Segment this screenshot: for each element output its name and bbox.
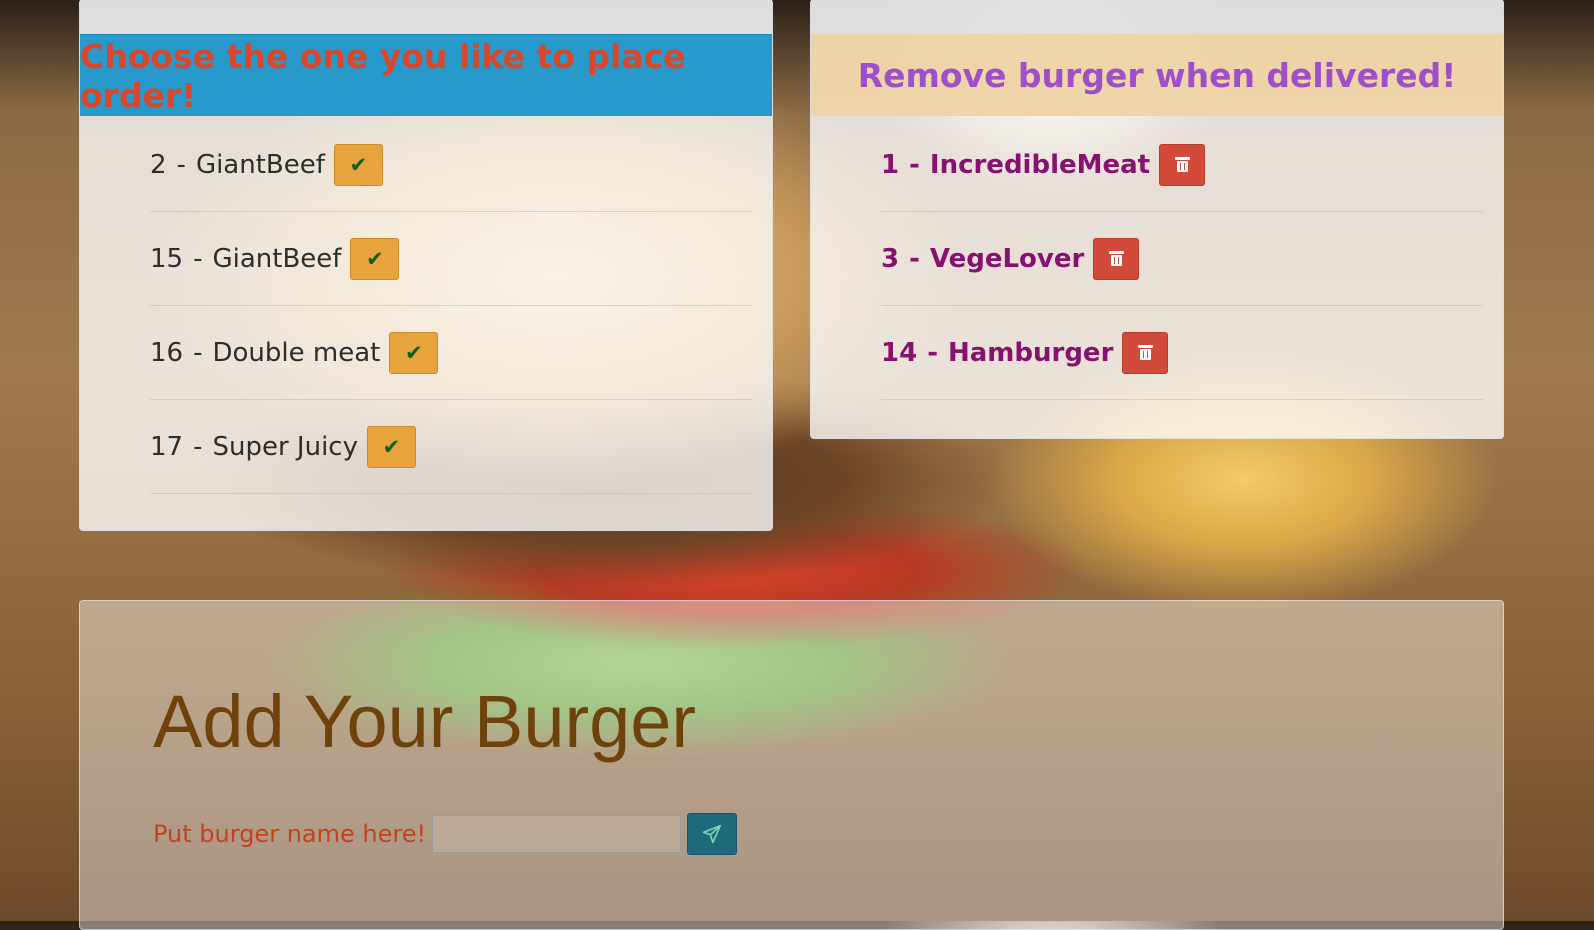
paper-plane-icon <box>702 824 722 844</box>
remove-button[interactable] <box>1093 237 1140 280</box>
burger-name: GiantBeef <box>195 149 325 180</box>
burger-id: 14 <box>881 337 918 368</box>
list-item: 14 - Hamburger <box>881 306 1483 400</box>
remove-button[interactable] <box>1122 331 1169 374</box>
burger-name: Double meat <box>212 337 381 368</box>
burger-name-label: Put burger name here! <box>153 820 427 848</box>
order-button[interactable]: ✔ <box>333 143 383 186</box>
add-burger-panel: Add Your Burger Put burger name here! <box>79 600 1504 930</box>
burger-id: 16 <box>150 337 184 368</box>
separator: - <box>193 243 203 274</box>
separator: - <box>193 431 203 462</box>
burger-name: Hamburger <box>947 337 1114 368</box>
order-panel-title: Choose the one you like to place order! <box>80 34 772 116</box>
burger-id: 17 <box>150 431 184 462</box>
burger-id: 1 <box>881 149 900 180</box>
burger-id: 3 <box>881 243 900 274</box>
panel-top-strip <box>811 0 1503 34</box>
list-item: 16 - Double meat ✔ <box>150 306 752 400</box>
burger-name: IncredibleMeat <box>929 149 1151 180</box>
add-burger-form: Put burger name here! <box>153 813 738 855</box>
trash-icon <box>1174 157 1190 172</box>
trash-icon <box>1137 345 1153 360</box>
trash-icon <box>1108 251 1124 266</box>
separator: - <box>176 149 186 180</box>
separator: - <box>909 243 920 274</box>
order-list: 2 - GiantBeef ✔ 15 - GiantBeef ✔ 16 - Do… <box>150 118 752 494</box>
list-item: 17 - Super Juicy ✔ <box>150 400 752 494</box>
list-item: 3 - VegeLover <box>881 212 1483 306</box>
burger-name-input[interactable] <box>432 815 682 853</box>
remove-button[interactable] <box>1159 143 1206 186</box>
order-button[interactable]: ✔ <box>389 331 439 374</box>
delivered-panel: Remove burger when delivered! 1 - Incred… <box>810 0 1504 439</box>
burger-id: 15 <box>150 243 184 274</box>
order-panel: Choose the one you like to place order! … <box>79 0 773 531</box>
separator: - <box>193 337 203 368</box>
burger-name: GiantBeef <box>212 243 342 274</box>
delivered-list: 1 - IncredibleMeat 3 - VegeLover 14 - Ha… <box>881 118 1483 400</box>
burger-id: 2 <box>150 149 167 180</box>
order-button[interactable]: ✔ <box>350 237 400 280</box>
order-button[interactable]: ✔ <box>366 425 416 468</box>
check-icon: ✔ <box>382 434 401 459</box>
check-icon: ✔ <box>405 340 423 365</box>
burger-name: Super Juicy <box>212 431 358 462</box>
panel-top-strip <box>80 0 772 34</box>
list-item: 1 - IncredibleMeat <box>881 118 1483 212</box>
delivered-panel-title: Remove burger when delivered! <box>811 34 1503 116</box>
check-icon: ✔ <box>349 152 368 177</box>
list-item: 2 - GiantBeef ✔ <box>150 118 752 212</box>
submit-button[interactable] <box>687 813 738 855</box>
burger-name: VegeLover <box>929 243 1085 274</box>
separator: - <box>927 337 938 368</box>
separator: - <box>909 149 920 180</box>
add-burger-title: Add Your Burger <box>153 680 697 763</box>
check-icon: ✔ <box>366 246 384 271</box>
list-item: 15 - GiantBeef ✔ <box>150 212 752 306</box>
